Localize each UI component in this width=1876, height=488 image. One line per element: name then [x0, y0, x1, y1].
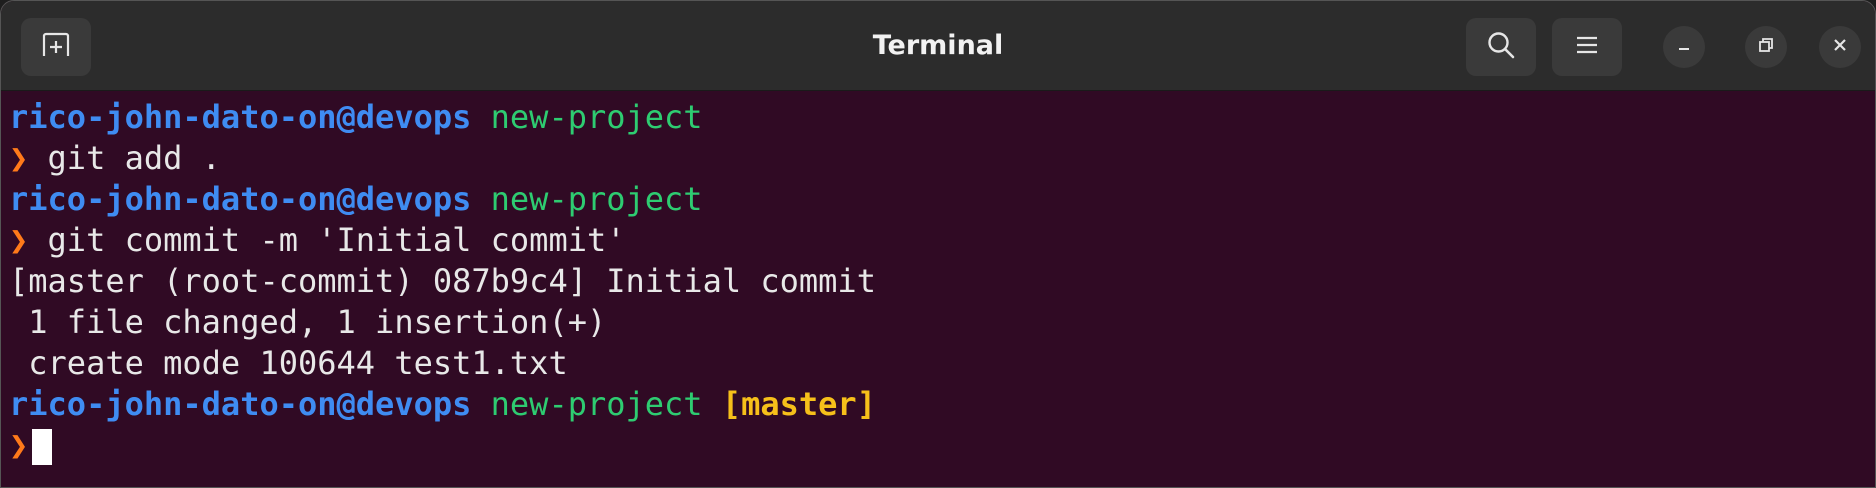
- active-command-line[interactable]: ❯: [9, 425, 1875, 466]
- minimize-button[interactable]: [1663, 26, 1705, 68]
- minimize-icon: [1676, 37, 1692, 58]
- maximize-icon: [1757, 36, 1775, 59]
- prompt-line: rico-john-dato-on@devops new-project [ma…: [9, 384, 1875, 425]
- close-icon: [1832, 37, 1848, 58]
- new-tab-icon: [41, 32, 71, 63]
- prompt-line: rico-john-dato-on@devops new-project: [9, 97, 1875, 138]
- title-bar[interactable]: Terminal: [1, 1, 1875, 91]
- prompt-line: rico-john-dato-on@devops new-project: [9, 179, 1875, 220]
- prompt-directory: new-project: [490, 385, 703, 423]
- output-line: 1 file changed, 1 insertion(+): [9, 303, 607, 341]
- new-tab-button[interactable]: [21, 18, 91, 76]
- search-icon: [1486, 30, 1516, 65]
- output-line: [master (root-commit) 087b9c4] Initial c…: [9, 262, 876, 300]
- command-text: git add .: [47, 139, 221, 177]
- close-button[interactable]: [1819, 26, 1861, 68]
- terminal-window: Terminal rico-john-dato-on@devops new-pr…: [0, 0, 1876, 488]
- prompt-arrow-icon: ❯: [9, 221, 29, 259]
- prompt-directory: new-project: [490, 180, 703, 218]
- prompt-user: rico-john-dato-on@devops: [9, 385, 472, 423]
- command-line: ❯ git add .: [9, 138, 1875, 179]
- git-branch-badge: [master]: [721, 385, 876, 423]
- command-line: ❯ git commit -m 'Initial commit': [9, 220, 1875, 261]
- maximize-button[interactable]: [1745, 26, 1787, 68]
- output-line: create mode 100644 test1.txt: [9, 344, 568, 382]
- prompt-directory: new-project: [490, 98, 703, 136]
- terminal-output[interactable]: rico-john-dato-on@devops new-project ❯ g…: [9, 97, 1875, 487]
- prompt-arrow-icon: ❯: [9, 426, 29, 464]
- hamburger-menu-icon: [1575, 35, 1599, 60]
- command-text: git commit -m 'Initial commit': [47, 221, 626, 259]
- prompt-user: rico-john-dato-on@devops: [9, 98, 472, 136]
- prompt-user: rico-john-dato-on@devops: [9, 180, 472, 218]
- menu-button[interactable]: [1552, 18, 1622, 76]
- text-cursor: [32, 429, 53, 465]
- search-button[interactable]: [1466, 18, 1536, 76]
- prompt-arrow-icon: ❯: [9, 139, 29, 177]
